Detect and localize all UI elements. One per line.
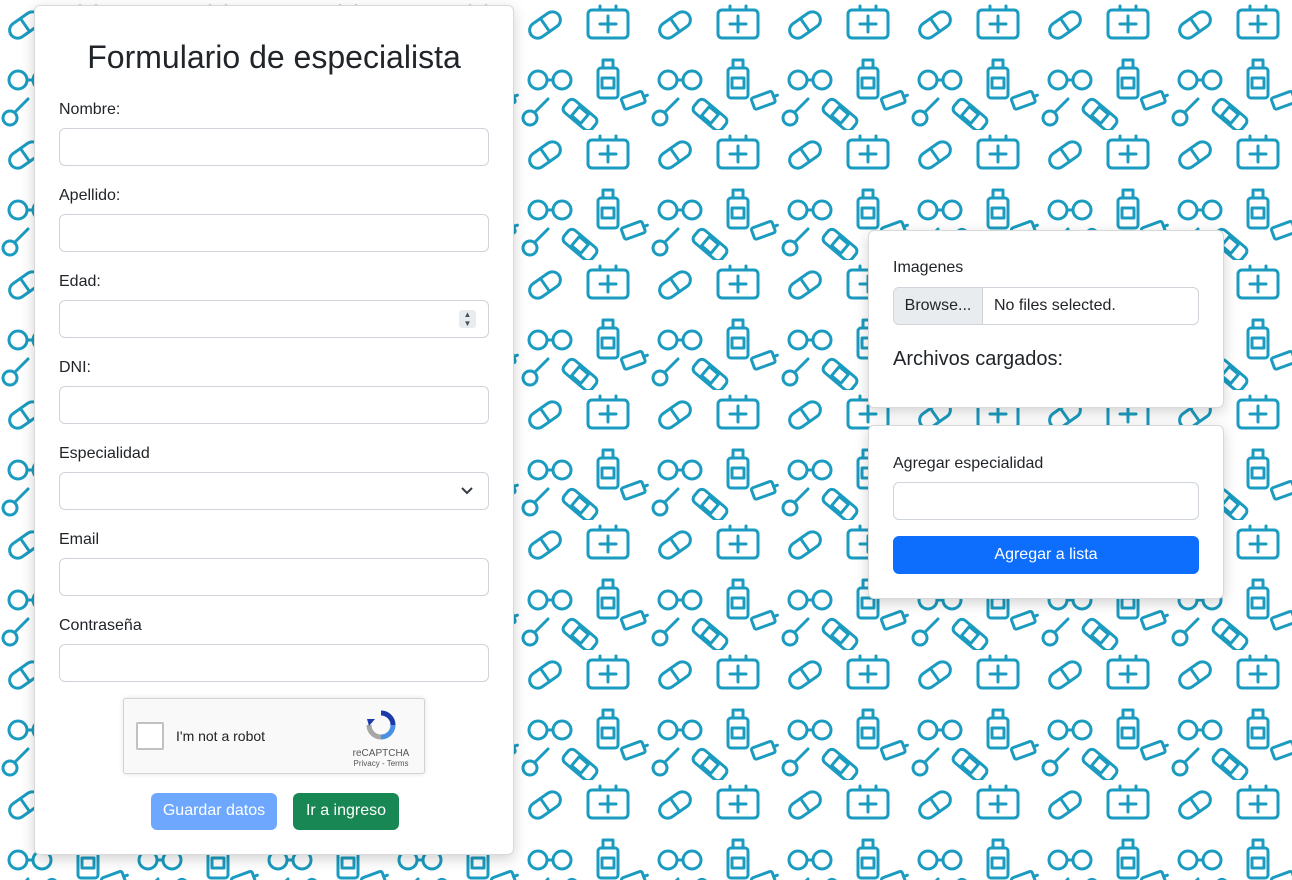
edad-input[interactable]: ▲ ▼ (59, 300, 489, 338)
especialidad-select[interactable] (59, 472, 489, 510)
especialidad-label: Especialidad (59, 445, 150, 462)
captcha-label: I'm not a robot (176, 728, 266, 744)
specialty-input[interactable] (893, 482, 1199, 520)
edad-label: Edad: (59, 273, 101, 290)
images-label: Imagenes (893, 259, 964, 276)
save-button[interactable]: Guardar datos (151, 793, 277, 830)
password-label: Contraseña (59, 617, 142, 634)
file-input[interactable]: Browse... No files selected. (893, 287, 1199, 325)
apellido-input[interactable] (59, 214, 489, 252)
chevron-down-icon (461, 487, 473, 495)
page-title: Formulario de especialista (87, 39, 461, 75)
file-status: No files selected. (994, 297, 1116, 314)
recaptcha-brand: reCAPTCHA (352, 748, 410, 759)
nombre-label: Nombre: (59, 101, 121, 118)
add-specialty-label: Agregar especialidad (893, 455, 1044, 472)
browse-button[interactable]: Browse... (894, 288, 983, 324)
recaptcha-links[interactable]: Privacy - Terms (348, 759, 414, 768)
nombre-input[interactable] (59, 128, 489, 166)
captcha-checkbox[interactable] (136, 722, 164, 750)
recaptcha-logo: reCAPTCHA Privacy - Terms (348, 709, 414, 768)
dni-label: DNI: (59, 359, 91, 376)
specialist-form-card: Formulario de especialista Nombre: Apell… (34, 5, 514, 855)
apellido-label: Apellido: (59, 187, 121, 204)
password-input[interactable] (59, 644, 489, 682)
email-input[interactable] (59, 558, 489, 596)
image-upload-card: Imagenes Browse... No files selected. Ar… (868, 230, 1224, 408)
add-specialty-card: Agregar especialidad Agregar a lista (868, 425, 1224, 599)
dni-input[interactable] (59, 386, 489, 424)
add-to-list-button[interactable]: Agregar a lista (893, 536, 1199, 574)
go-to-login-button[interactable]: Ir a ingreso (293, 793, 399, 830)
recaptcha-logo-icon (366, 710, 396, 740)
spinner-arrows-icon[interactable]: ▲ ▼ (459, 310, 476, 328)
email-label: Email (59, 531, 100, 548)
recaptcha-widget: I'm not a robot reCAPTCHA Privacy - Term… (123, 698, 425, 774)
uploaded-files-heading: Archivos cargados: (893, 348, 1064, 370)
